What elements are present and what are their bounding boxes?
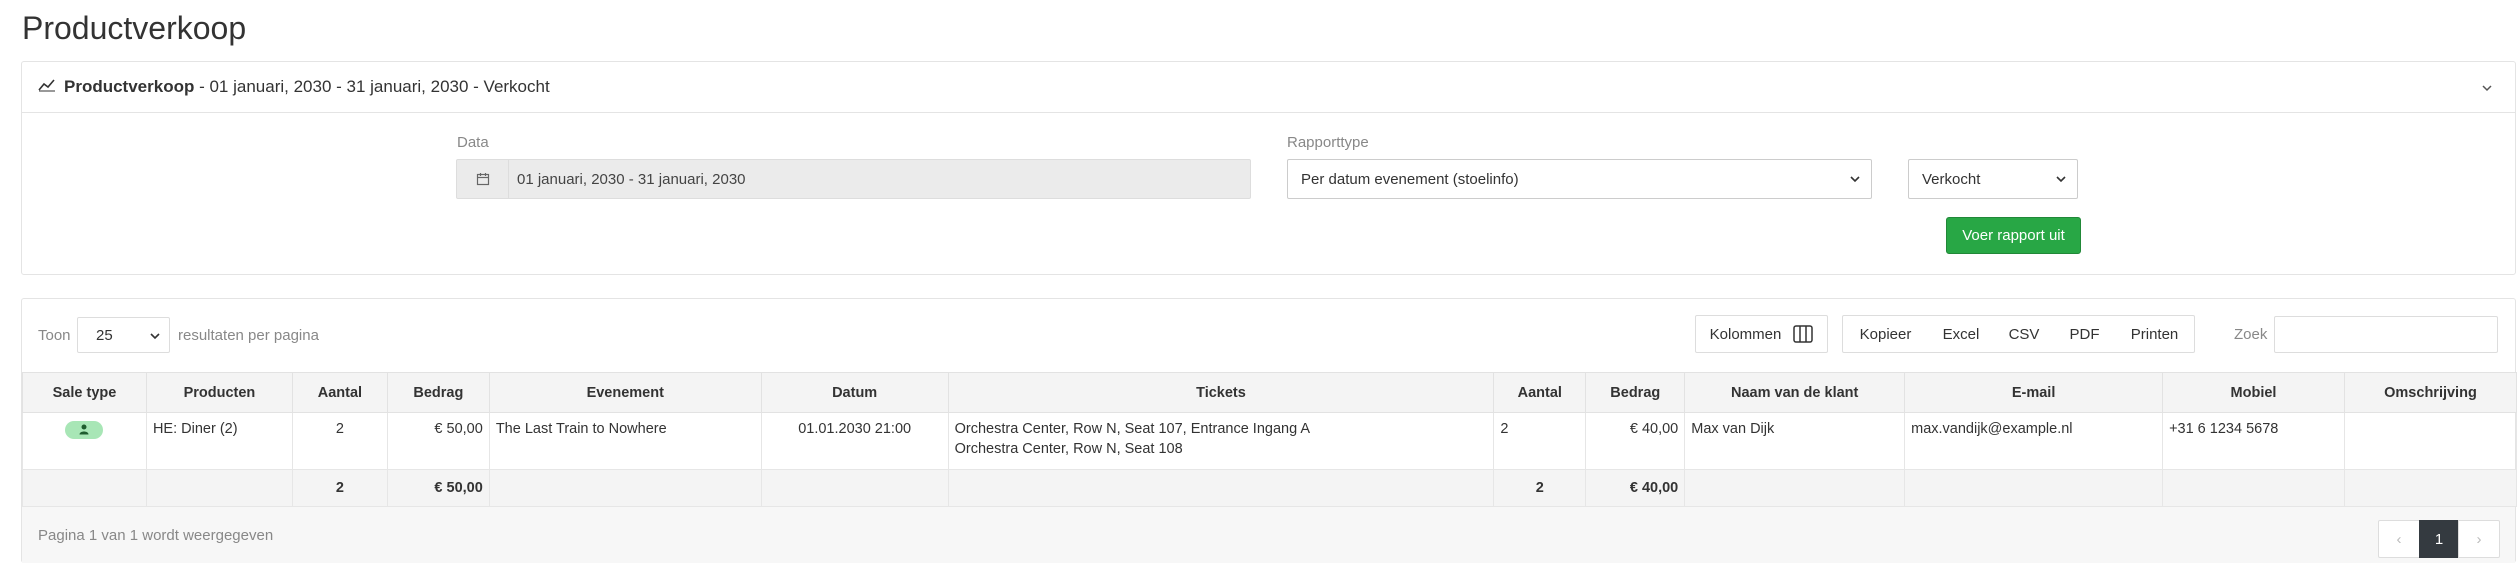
status-value: Verkocht <box>1922 170 1981 188</box>
products-cell: HE: Diner (2) <box>145 412 293 470</box>
search-input[interactable] <box>2274 316 2498 353</box>
amount-cell: € 50,00 <box>386 412 490 470</box>
column-header[interactable]: Sale type <box>22 372 147 413</box>
column-header[interactable]: Mobiel <box>2162 372 2345 413</box>
page-length-value: 25 <box>96 326 113 344</box>
run-report-button[interactable]: Voer rapport uit <box>1946 217 2081 254</box>
pdf-button[interactable]: PDF <box>2054 315 2116 353</box>
table-toolbar: Toon 25 resultaten per pagina Kolommen K… <box>22 299 2515 371</box>
column-header[interactable]: E-mail <box>1904 372 2164 413</box>
user-icon <box>79 424 89 435</box>
pagination-info: Pagina 1 van 1 wordt weergegeven <box>38 527 274 544</box>
table-row: HE: Diner (2) 2 € 50,00 The Last Train t… <box>22 412 2518 470</box>
ticket-line: Orchestra Center, Row N, Seat 108 <box>954 441 1183 457</box>
calendar-icon <box>457 160 509 198</box>
quantity-cell: 2 <box>291 412 388 470</box>
chevron-down-icon <box>2056 176 2066 183</box>
total-ticket-quantity: 2 <box>1493 469 1587 507</box>
event-cell: The Last Train to Nowhere <box>488 412 762 470</box>
chart-line-icon <box>38 78 56 97</box>
column-header[interactable]: Aantal <box>1493 372 1587 413</box>
column-header[interactable]: Bedrag <box>1585 372 1686 413</box>
mobile-cell: +31 6 1234 5678 <box>2162 412 2345 470</box>
description-cell <box>2343 412 2518 470</box>
sale-type-badge <box>65 421 104 439</box>
sales-table: Sale type Producten Aantal Bedrag Evenem… <box>22 372 2518 507</box>
column-header[interactable]: Bedrag <box>386 372 490 413</box>
search-label: Zoek <box>2234 326 2268 343</box>
excel-button[interactable]: Excel <box>1928 315 1995 353</box>
total-ticket-amount: € 40,00 <box>1585 469 1686 507</box>
show-label: Toon <box>38 327 71 344</box>
customer-name-cell: Max van Dijk <box>1684 412 1906 470</box>
next-page-button[interactable]: › <box>2458 520 2500 558</box>
date-label: Data <box>457 134 489 151</box>
print-button[interactable]: Printen <box>2115 315 2195 353</box>
report-type-value: Per datum evenement (stoelinfo) <box>1301 170 1519 188</box>
page-title: Productverkoop <box>22 10 247 46</box>
column-header[interactable]: Evenement <box>488 372 762 413</box>
column-header[interactable]: Tickets <box>947 372 1495 413</box>
csv-button[interactable]: CSV <box>1994 315 2055 353</box>
previous-page-button[interactable]: ‹ <box>2378 520 2420 558</box>
status-select[interactable]: Verkocht <box>1908 159 2078 199</box>
table-footer: Pagina 1 van 1 wordt weergegeven ‹ 1 › <box>22 506 2515 563</box>
report-card: Productverkoop - 01 januari, 2030 - 31 j… <box>21 61 2516 275</box>
columns-icon <box>1793 325 1814 343</box>
sale-type-cell <box>22 412 147 470</box>
chevron-down-icon[interactable] <box>2481 82 2493 94</box>
chevron-down-icon <box>1850 176 1860 183</box>
columns-label: Kolommen <box>1709 325 1782 343</box>
page-1-button[interactable]: 1 <box>2419 520 2459 558</box>
total-quantity: 2 <box>291 469 388 507</box>
report-type-select[interactable]: Per datum evenement (stoelinfo) <box>1287 159 1872 199</box>
ticket-line: Orchestra Center, Row N, Seat 107, Entra… <box>954 421 1311 437</box>
results-card: Toon 25 resultaten per pagina Kolommen K… <box>21 298 2518 563</box>
columns-button[interactable]: Kolommen <box>1695 315 1828 353</box>
page-length-select[interactable]: 25 <box>77 317 170 353</box>
copy-button[interactable]: Kopieer <box>1842 315 1929 353</box>
report-type-label: Rapporttype <box>1287 134 1369 151</box>
date-cell: 01.01.2030 21:00 <box>760 412 949 470</box>
per-page-label: resultaten per pagina <box>178 327 319 344</box>
column-header[interactable]: Aantal <box>291 372 388 413</box>
column-header[interactable]: Omschrijving <box>2343 372 2518 413</box>
chevron-down-icon <box>150 333 160 340</box>
column-header[interactable]: Producten <box>145 372 293 413</box>
report-card-title: Productverkoop - 01 januari, 2030 - 31 j… <box>64 77 550 96</box>
column-header[interactable]: Datum <box>760 372 949 413</box>
email-cell: max.vandijk@example.nl <box>1904 412 2164 470</box>
total-amount: € 50,00 <box>386 469 490 507</box>
tickets-cell: Orchestra Center, Row N, Seat 107, Entra… <box>947 412 1495 470</box>
ticket-quantity-cell: 2 <box>1493 412 1587 470</box>
table-header-row: Sale type Producten Aantal Bedrag Evenem… <box>22 372 2518 413</box>
ticket-amount-cell: € 40,00 <box>1585 412 1686 470</box>
column-header[interactable]: Naam van de klant <box>1684 372 1906 413</box>
date-range-value: 01 januari, 2030 - 31 januari, 2030 <box>517 170 746 188</box>
report-card-header[interactable]: Productverkoop - 01 januari, 2030 - 31 j… <box>22 62 2515 113</box>
totals-row: 2 € 50,00 2 € 40,00 <box>22 469 2518 507</box>
date-range-input[interactable]: 01 januari, 2030 - 31 januari, 2030 <box>456 159 1251 199</box>
